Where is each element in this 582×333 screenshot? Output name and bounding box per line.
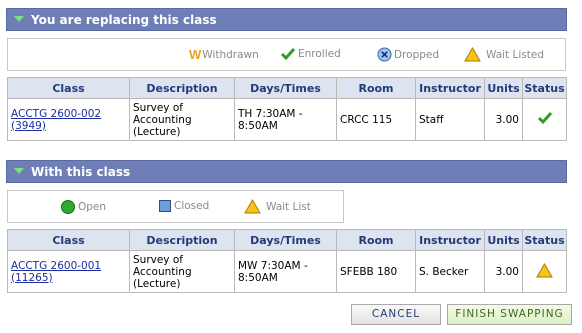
replacing-class-table: Class Description Days/Times Room Instru… [7, 77, 567, 141]
dropped-x-icon [377, 47, 392, 62]
days-times-cell: TH 7:30AM -8:50AM [234, 98, 337, 141]
table-row: ACCTG 2600-002 (3949) Survey of Accounting… [7, 98, 567, 141]
legend-closed: Closed [158, 199, 209, 213]
wait-listed-triangle-icon [464, 47, 481, 62]
units-cell: 3.00 [484, 250, 523, 293]
legend-enrolled: Enrolled [280, 47, 341, 61]
column-header-status: Status [522, 229, 567, 251]
legend-dropped: Dropped [377, 47, 439, 62]
cancel-button[interactable]: CANCEL [351, 304, 441, 325]
status-cell [522, 250, 567, 293]
column-header-class: Class [7, 229, 130, 251]
class-link[interactable]: ACCTG 2600-001 (11265) [11, 260, 101, 284]
class-cell: ACCTG 2600-001 (11265) [7, 250, 130, 293]
replacing-section-header[interactable]: You are replacing this class [6, 8, 567, 31]
column-header-description: Description [129, 229, 235, 251]
column-header-instructor: Instructor [415, 77, 485, 99]
column-header-units: Units [484, 229, 523, 251]
table-row: ACCTG 2600-001 (11265) Survey of Accountin… [7, 250, 567, 293]
withdrawn-icon: W [189, 47, 202, 62]
legend-withdrawn: W Withdrawn [189, 47, 259, 62]
column-header-units: Units [484, 77, 523, 99]
with-class-legend: Open Closed Wait List [7, 190, 344, 223]
units-cell: 3.00 [484, 98, 523, 141]
table-header-row: Class Description Days/Times Room Instru… [7, 77, 567, 99]
column-header-room: Room [336, 77, 416, 99]
column-header-status: Status [522, 77, 567, 99]
wait-list-triangle-icon [536, 262, 553, 277]
collapse-triangle-icon [14, 167, 24, 174]
with-class-table: Class Description Days/Times Room Instru… [7, 229, 567, 293]
room-cell: SFEBB 180 [336, 250, 416, 293]
with-class-section-title: With this class [31, 165, 131, 179]
instructor-cell: Staff [415, 98, 485, 141]
table-header-row: Class Description Days/Times Room Instru… [7, 229, 567, 251]
wait-list-triangle-icon [244, 199, 261, 214]
column-header-room: Room [336, 229, 416, 251]
enrolled-check-icon [280, 48, 296, 61]
column-header-days-times: Days/Times [234, 77, 337, 99]
replacing-legend: W Withdrawn Enrolled Dropped Wait Listed [7, 38, 566, 71]
collapse-triangle-icon [14, 15, 24, 22]
instructor-cell: S. Becker [415, 250, 485, 293]
closed-square-icon [159, 200, 171, 212]
legend-wait-list: Wait List [244, 199, 311, 214]
legend-wait-listed: Wait Listed [464, 47, 544, 62]
column-header-days-times: Days/Times [234, 229, 337, 251]
days-times-cell: MW 7:30AM -8:50AM [234, 250, 337, 293]
replacing-section-title: You are replacing this class [31, 13, 217, 27]
legend-open: Open [60, 199, 106, 215]
column-header-instructor: Instructor [415, 229, 485, 251]
column-header-description: Description [129, 77, 235, 99]
column-header-class: Class [7, 77, 130, 99]
description-cell: Survey of Accounting (Lecture) [129, 98, 235, 141]
description-cell: Survey of Accounting (Lecture) [129, 250, 235, 293]
with-class-section-header[interactable]: With this class [6, 160, 567, 183]
finish-swapping-button[interactable]: FINISH SWAPPING [447, 304, 572, 325]
status-cell [522, 98, 567, 141]
room-cell: CRCC 115 [336, 98, 416, 141]
class-link[interactable]: ACCTG 2600-002 (3949) [11, 108, 101, 132]
open-circle-icon [61, 200, 75, 214]
class-cell: ACCTG 2600-002 (3949) [7, 98, 130, 141]
enrolled-check-icon [537, 112, 552, 125]
